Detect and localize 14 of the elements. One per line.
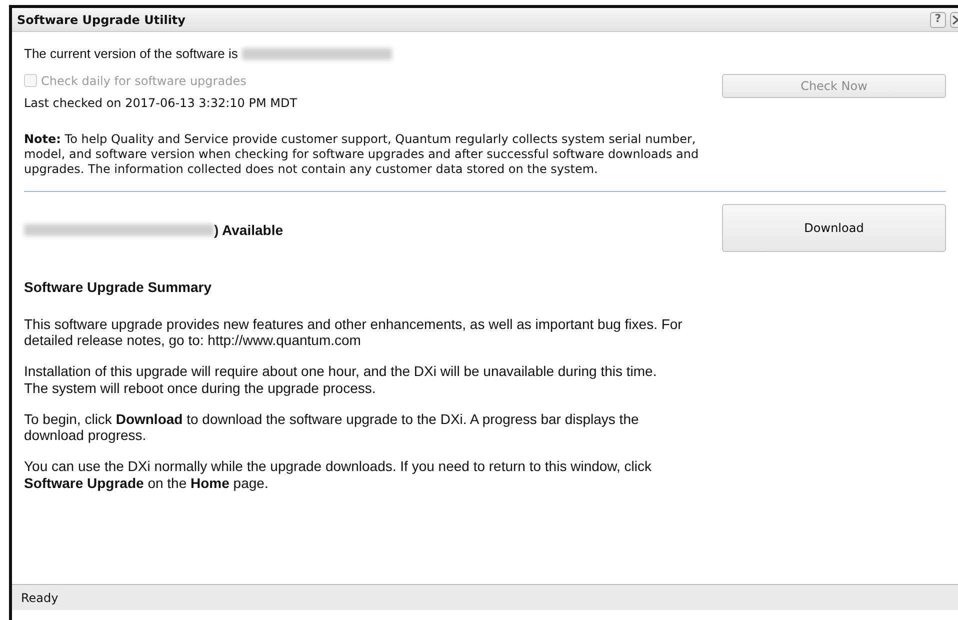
checkbox-label: Check daily for software upgrades [41,72,246,90]
status-text: Ready [21,590,58,606]
note-paragraph: Note: To help Quality and Service provide customer support, Quantum regularly collects system serial number, model, and software version when checking for software upgrades and after successful software downloads and upgrades. The information collected does not contain any customer data stored on the system. [24,132,700,176]
summary-paragraph: This software upgrade provides new features and other enhancements, as well as important bug fixes. For detailed release notes, go to: http://www.quantum.com [24,316,684,350]
download-button[interactable]: Download [722,204,946,252]
current-version-label: The current version of the software is [24,45,238,63]
summary-paragraph: You can use the DXi normally while the upgrade downloads. If you need to return to this window, click Software Upgrade on the Home page. [24,458,653,492]
window-title: Software Upgrade Utility [17,12,186,28]
summary-heading: Software Upgrade Summary [24,278,212,297]
help-button[interactable]: ? [930,12,946,28]
available-label: ) Available [214,220,283,240]
summary-paragraph: To begin, click Download to download the software upgrade to the DXi. A progress bar displays the download progress. [24,410,640,444]
summary-paragraph: Installation of this upgrade will require about one hour, and the DXi will be unavailable during this time. The system will reboot once during the upgrade process. [24,363,658,397]
last-checked-text: Last checked on 2017-06-13 3:32:10 PM MDT [24,94,298,112]
